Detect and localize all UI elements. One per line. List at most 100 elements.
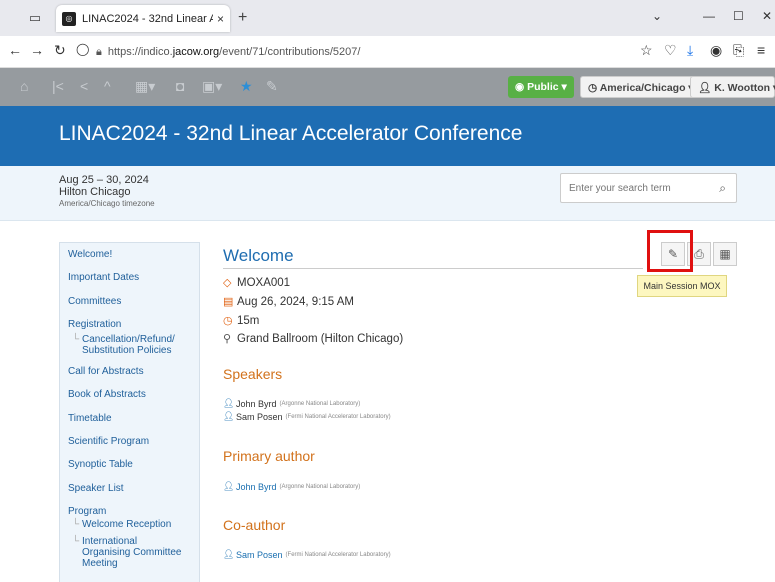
- person-icon: 👤︎: [223, 549, 235, 559]
- tree-branch-icon: └: [72, 334, 80, 346]
- contribution-duration: 15m: [237, 314, 260, 327]
- layout-icon[interactable]: ▣▾: [202, 78, 222, 95]
- conference-timezone: America/Chicago timezone: [59, 199, 155, 208]
- menu-subitem-welcome-reception[interactable]: └ Welcome Reception: [60, 519, 199, 530]
- contribution-location-row: ⚲ Grand Ballroom (Hilton Chicago): [223, 332, 404, 346]
- speaker-affiliation: (Argonne National Laboratory): [279, 400, 361, 407]
- menu-item-timetable[interactable]: Timetable: [60, 407, 199, 430]
- download-icon[interactable]: ⤓: [687, 42, 693, 59]
- person-icon: 👤︎: [223, 411, 235, 421]
- primary-author-item[interactable]: 👤︎ John Byrd (Argonne National Laborator…: [223, 481, 360, 492]
- search-icon[interactable]: ⌕: [719, 181, 726, 196]
- account-icon[interactable]: ◉: [710, 42, 722, 59]
- person-icon: 👤︎: [223, 398, 235, 408]
- menu-subitem-label: Welcome Reception: [82, 519, 172, 531]
- timezone-dropdown[interactable]: ◷ America/Chicago ▾: [580, 76, 702, 98]
- person-icon: 👤︎: [223, 481, 235, 491]
- conference-title[interactable]: LINAC2024 - 32nd Linear Accelerator Conf…: [59, 122, 522, 146]
- contribution-code: MOXA001: [237, 276, 291, 289]
- contribution-duration-row: ◷ 15m: [223, 314, 260, 328]
- highlight-box: [647, 230, 693, 272]
- calendar-small-icon: ▤: [223, 296, 234, 308]
- url-path: /event/71/contributions/5207/: [219, 46, 361, 58]
- close-tab-icon[interactable]: ×: [217, 12, 224, 26]
- up-icon[interactable]: ^: [104, 78, 111, 94]
- chevron-down-icon[interactable]: ⌄: [652, 9, 662, 23]
- tree-branch-icon: └: [72, 536, 80, 548]
- browser-tab-bar: ▭ ◎ LINAC2024 - 32nd Linear Accelerator …: [0, 0, 775, 36]
- url-prefix: https://indico.: [107, 46, 173, 58]
- url-domain: jacow.org: [172, 46, 220, 58]
- menu-item-welcome[interactable]: Welcome!: [60, 243, 199, 266]
- user-dropdown[interactable]: 👤︎ K. Wootton ▾: [690, 76, 775, 98]
- tab-list-icon[interactable]: ▭: [26, 9, 44, 27]
- timezone-label: America/Chicago: [599, 82, 686, 94]
- home-icon[interactable]: ⌂: [20, 78, 28, 94]
- calendar-icon[interactable]: ▦: [713, 242, 737, 266]
- user-label: K. Wootton: [714, 82, 771, 94]
- menu-item-registration[interactable]: Registration: [60, 313, 199, 336]
- coauthor-item[interactable]: 👤︎ Sam Posen (Fermi National Accelerator…: [223, 549, 391, 560]
- tab-title: LINAC2024 - 32nd Linear Accelerator X: [82, 12, 213, 25]
- author-affiliation: (Argonne National Laboratory): [279, 483, 361, 490]
- public-dropdown[interactable]: ◉ Public ▾: [508, 76, 574, 98]
- contribution-datetime: Aug 26, 2024, 9:15 AM: [237, 295, 355, 308]
- conference-menu: Welcome! Important Dates Committees Regi…: [59, 242, 200, 582]
- author-name[interactable]: Sam Posen: [236, 550, 283, 560]
- menu-subitem-cancellation[interactable]: └ Cancellation/Refund/Substitution Polic…: [60, 334, 199, 356]
- speaker-name: John Byrd: [236, 398, 277, 409]
- close-window-icon[interactable]: ✕: [762, 9, 772, 23]
- menu-item-speaker-list[interactable]: Speaker List: [60, 477, 199, 500]
- first-icon[interactable]: |<: [52, 78, 64, 94]
- browser-nav-bar: ← → ↻ ◯ 🔒︎ https://indico. jacow.org/even…: [0, 36, 775, 68]
- search-input[interactable]: [561, 174, 701, 202]
- primary-author-heading: Primary author: [223, 448, 315, 464]
- search-box: ⌕: [560, 173, 737, 203]
- contribution-date-row: ▤ Aug 26, 2024, 9:15 AM: [223, 295, 355, 309]
- menu-item-scientific-program[interactable]: Scientific Program: [60, 430, 199, 453]
- author-affiliation: (Fermi National Accelerator Laboratory): [285, 551, 391, 558]
- speakers-heading: Speakers: [223, 366, 283, 382]
- menu-icon[interactable]: ≡: [757, 42, 765, 58]
- previous-icon[interactable]: <: [80, 78, 88, 94]
- back-icon[interactable]: ←: [8, 42, 22, 58]
- menu-item-call-for-abstracts[interactable]: Call for Abstracts: [60, 360, 199, 383]
- conference-dates-block: Aug 25 – 30, 2024 Hilton Chicago America…: [59, 174, 155, 210]
- shield-icon[interactable]: ◯: [76, 42, 89, 56]
- favorite-star-icon[interactable]: ★: [240, 78, 253, 95]
- coauthor-heading: Co-author: [223, 517, 286, 533]
- tree-branch-icon: └: [72, 519, 80, 531]
- forward-icon[interactable]: →: [30, 42, 44, 58]
- speaker-affiliation: (Fermi National Accelerator Laboratory): [285, 413, 391, 420]
- bookmark-star-icon[interactable]: ☆: [640, 42, 653, 59]
- menu-item-important-dates[interactable]: Important Dates: [60, 266, 199, 289]
- author-name[interactable]: John Byrd: [236, 482, 277, 492]
- extensions-icon[interactable]: ⎘: [733, 42, 744, 59]
- speaker-name: Sam Posen: [236, 411, 283, 422]
- browser-tab[interactable]: ◎ LINAC2024 - 32nd Linear Accelerator X …: [56, 5, 230, 32]
- menu-item-synoptic-table[interactable]: Synoptic Table: [60, 453, 199, 476]
- minimize-icon[interactable]: —: [703, 9, 715, 23]
- indico-toolbar: ⌂ |< < ^ ▦▾ ◘ ▣▾ ★ ✎ ◉ Public ▾ ◷ Americ…: [0, 68, 775, 106]
- menu-item-book-of-abstracts[interactable]: Book of Abstracts: [60, 383, 199, 406]
- menu-subitem-ioc-meeting[interactable]: └ International Organising Committee Meeti…: [60, 536, 199, 569]
- new-tab-icon[interactable]: +: [238, 9, 247, 27]
- speaker-item: 👤︎ John Byrd (Argonne National Laborator…: [223, 398, 360, 409]
- calendar-export-icon[interactable]: ▦▾: [135, 78, 155, 95]
- url-bar[interactable]: 🔒︎ https://indico. jacow.org/event/71/con…: [96, 40, 401, 64]
- site-favicon-icon: ◎: [62, 11, 76, 26]
- edit-pen-icon[interactable]: ✎: [266, 78, 278, 95]
- menu-subitem-label: International Organising Committee Meeting: [82, 536, 182, 570]
- print-icon[interactable]: ◘: [176, 78, 184, 94]
- public-label: Public: [527, 81, 559, 93]
- contribution-location: Grand Ballroom (Hilton Chicago): [237, 332, 404, 345]
- contribution-title: Welcome: [223, 246, 294, 265]
- conference-dates: Aug 25 – 30, 2024: [59, 174, 149, 186]
- reload-icon[interactable]: ↻: [54, 42, 66, 59]
- tooltip: Main Session MOX: [637, 275, 727, 297]
- maximize-icon[interactable]: ☐: [733, 9, 744, 23]
- pocket-icon[interactable]: ♡: [664, 42, 677, 59]
- clock-icon: ◷: [223, 315, 233, 327]
- menu-item-committees[interactable]: Committees: [60, 290, 199, 313]
- speaker-item: 👤︎ Sam Posen (Fermi National Accelerator…: [223, 411, 391, 422]
